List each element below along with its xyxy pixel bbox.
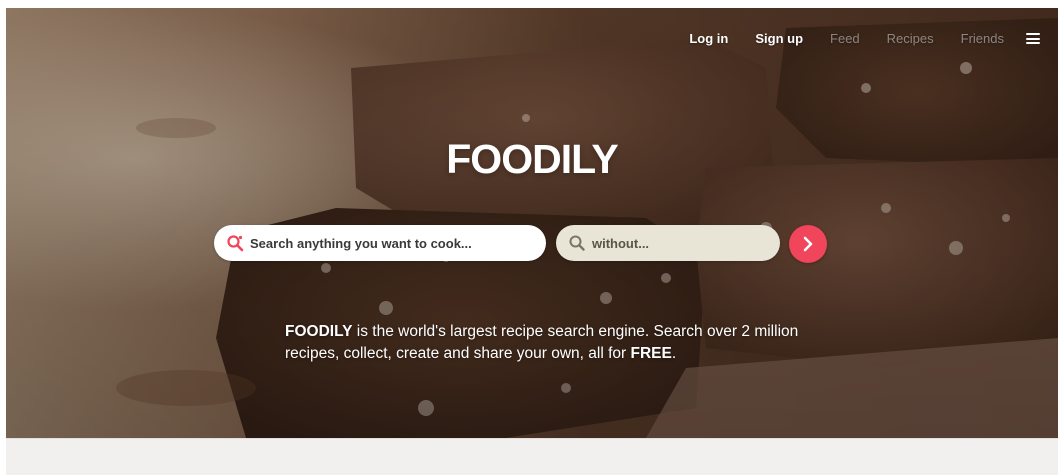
brownies-background-image [6, 8, 1058, 438]
search-box [214, 225, 546, 261]
nav-feed[interactable]: Feed [830, 31, 860, 46]
tagline-free: FREE [630, 345, 672, 362]
search-submit-button[interactable] [789, 225, 827, 263]
search-icon [569, 235, 585, 251]
tagline-end: . [671, 345, 677, 362]
search-input[interactable] [250, 235, 520, 251]
hamburger-menu-icon[interactable] [1026, 33, 1040, 44]
hero-section: Log in Sign up Feed Recipes Friends [6, 8, 1058, 438]
exclude-ingredients-box [556, 225, 780, 261]
page: Log in Sign up Feed Recipes Friends FOOD… [0, 0, 1064, 475]
page-footer-strip [6, 438, 1058, 475]
site-logo[interactable]: FOODILY [0, 136, 1064, 183]
tagline-brand: FOODILY [285, 323, 353, 340]
tagline-body: is the world's largest recipe search eng… [285, 323, 799, 362]
nav-friends[interactable]: Friends [961, 31, 1004, 46]
login-link[interactable]: Log in [689, 31, 728, 46]
top-navigation: Log in Sign up Feed Recipes Friends [662, 31, 1040, 46]
search-icon [227, 235, 244, 252]
without-input[interactable] [592, 235, 762, 251]
chevron-right-icon [803, 236, 813, 252]
tagline-text: FOODILY is the world's largest recipe se… [285, 321, 805, 365]
nav-recipes[interactable]: Recipes [887, 31, 934, 46]
signup-link[interactable]: Sign up [755, 31, 803, 46]
